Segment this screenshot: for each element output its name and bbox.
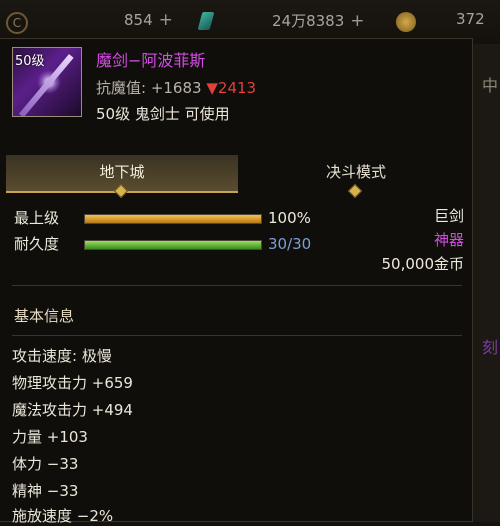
background-text: 刻 — [482, 338, 499, 357]
background-text: 中 — [482, 76, 499, 95]
resource-value-1: 854 — [124, 11, 153, 29]
durability-label: 耐久度 — [14, 235, 60, 253]
add-resource-2-button[interactable]: + — [350, 11, 364, 31]
stat-line: 精神 −33 — [12, 482, 79, 500]
magic-resist-value: 抗魔值: +1683 — [96, 79, 202, 97]
magic-resist-line: 抗魔值: +1683 ▼2413 — [96, 77, 256, 98]
durability-bar-fill — [85, 241, 261, 249]
item-header: 50级 魔剑−阿波菲斯 抗魔值: +1683 ▼2413 50级 鬼剑士 可使用 — [0, 39, 472, 135]
gem-icon — [197, 12, 215, 30]
section-divider — [12, 285, 462, 286]
item-tooltip: 50级 魔剑−阿波菲斯 抗魔值: +1683 ▼2413 50级 鬼剑士 可使用… — [0, 38, 473, 525]
stat-line: 物理攻击力 +659 — [12, 374, 133, 392]
item-level-badge: 50级 — [15, 54, 45, 69]
section-divider — [12, 335, 462, 336]
mode-tabs: 地下城 决斗模式 — [6, 155, 472, 199]
item-requirement: 50级 鬼剑士 可使用 — [96, 105, 230, 123]
resource-counter-2: 24万8383 + — [272, 10, 365, 31]
magic-resist-diff: ▼2413 — [206, 79, 257, 97]
durability-bar — [84, 240, 262, 250]
top-level-label: 最上级 — [14, 209, 60, 227]
item-name: 魔剑−阿波菲斯 — [96, 51, 206, 70]
currency-icon: C — [6, 12, 28, 34]
item-icon: 50级 — [12, 47, 82, 117]
gold-coin-icon — [396, 12, 416, 32]
item-rarity: 神器 — [433, 231, 464, 249]
durability-value: 30/30 — [268, 235, 312, 253]
top-level-bar — [84, 214, 262, 224]
basic-info-title: 基本信息 — [14, 307, 75, 325]
weapon-type: 巨剑 — [433, 207, 464, 225]
item-price: 50,000金币 — [381, 255, 465, 273]
stat-line: 力量 +103 — [12, 428, 88, 446]
resource-value-2: 24万8383 — [272, 12, 345, 30]
top-level-bar-fill — [85, 215, 261, 223]
stat-line: 魔法攻击力 +494 — [12, 401, 133, 419]
stat-line: 攻击速度: 极慢 — [12, 347, 112, 365]
add-resource-1-button[interactable]: + — [159, 10, 173, 30]
stat-line: 施放速度 −2% — [12, 507, 114, 525]
resource-counter-1: 854 + — [124, 10, 173, 30]
top-level-value: 100% — [268, 209, 311, 227]
stat-line: 体力 −33 — [12, 455, 79, 473]
resource-value-3: 372 — [456, 10, 485, 28]
resource-counter-3: 372 — [456, 10, 485, 28]
